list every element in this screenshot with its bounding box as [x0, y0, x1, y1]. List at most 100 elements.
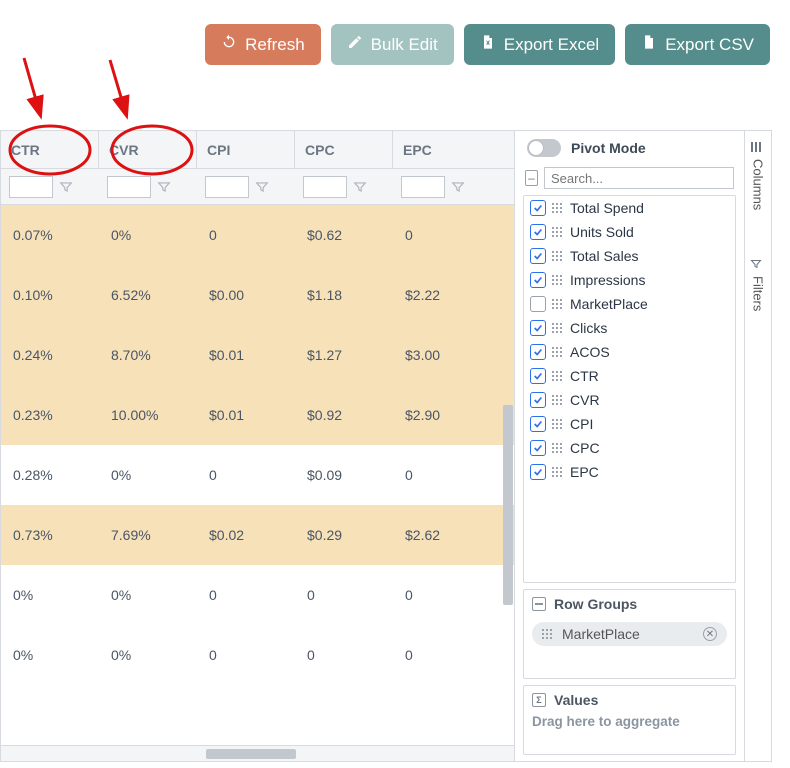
export-excel-label: Export Excel	[504, 35, 599, 55]
edit-icon	[347, 34, 363, 55]
column-list-item[interactable]: ACOS	[524, 340, 735, 364]
column-list-item[interactable]: Clicks	[524, 316, 735, 340]
row-groups-title: Row Groups	[554, 596, 637, 612]
table-row[interactable]: 0.28%0%0$0.090	[1, 445, 514, 505]
table-row[interactable]: 0.24%8.70%$0.01$1.27$3.00	[1, 325, 514, 385]
grid: CTR CVR CPI CPC EPC	[0, 130, 772, 762]
column-list-item[interactable]: CPC	[524, 436, 735, 460]
table-header: CTR CVR CPI CPC EPC	[1, 131, 514, 169]
column-list-item[interactable]: MarketPlace	[524, 292, 735, 316]
cell: $2.22	[393, 287, 483, 303]
drag-icon	[552, 346, 564, 358]
filter-input-cpi[interactable]	[205, 176, 249, 198]
collapse-toggle[interactable]: –	[525, 170, 538, 186]
checkbox[interactable]	[530, 200, 546, 216]
row-group-chip[interactable]: MarketPlace ✕	[532, 622, 727, 646]
export-csv-label: Export CSV	[665, 35, 754, 55]
drag-icon	[552, 226, 564, 238]
cell: 0	[393, 647, 483, 663]
cell: $0.01	[197, 407, 295, 423]
column-list-item[interactable]: CTR	[524, 364, 735, 388]
cell: 0	[393, 467, 483, 483]
filter-icon[interactable]	[255, 180, 269, 194]
cell: 0	[197, 467, 295, 483]
table-row[interactable]: 0.07%0%0$0.620	[1, 205, 514, 265]
refresh-button[interactable]: Refresh	[205, 24, 321, 65]
column-list-label: CVR	[570, 392, 600, 408]
checkbox[interactable]	[530, 464, 546, 480]
remove-group-icon[interactable]: ✕	[703, 627, 717, 641]
checkbox[interactable]	[530, 248, 546, 264]
checkbox[interactable]	[530, 320, 546, 336]
column-list-item[interactable]: Units Sold	[524, 220, 735, 244]
filter-icon[interactable]	[157, 180, 171, 194]
horizontal-scrollbar[interactable]	[1, 745, 514, 761]
export-csv-button[interactable]: Export CSV	[625, 24, 770, 65]
filter-input-cpc[interactable]	[303, 176, 347, 198]
cell: 0%	[99, 647, 197, 663]
column-list-item[interactable]: Total Spend	[524, 196, 735, 220]
filter-icon[interactable]	[59, 180, 73, 194]
bulk-edit-button[interactable]: Bulk Edit	[331, 24, 454, 65]
column-list-label: Total Sales	[570, 248, 638, 264]
filter-icon[interactable]	[451, 180, 465, 194]
filter-icon[interactable]	[353, 180, 367, 194]
table-row[interactable]: 0.73%7.69%$0.02$0.29$2.62	[1, 505, 514, 565]
cell: 0%	[1, 587, 99, 603]
column-search-input[interactable]	[544, 167, 734, 189]
checkbox[interactable]	[530, 344, 546, 360]
cell: 6.52%	[99, 287, 197, 303]
pivot-toggle[interactable]	[527, 139, 561, 157]
cell: $0.62	[295, 227, 393, 243]
cell: $2.90	[393, 407, 483, 423]
filters-tab[interactable]: Filters	[751, 254, 766, 315]
column-list-label: CTR	[570, 368, 599, 384]
col-header-ctr[interactable]: CTR	[1, 131, 99, 168]
cell: 0.28%	[1, 467, 99, 483]
column-list-label: CPI	[570, 416, 593, 432]
file-csv-icon	[641, 34, 657, 55]
column-list-item[interactable]: CVR	[524, 388, 735, 412]
column-list-item[interactable]: CPI	[524, 412, 735, 436]
col-header-epc[interactable]: EPC	[393, 131, 483, 168]
col-header-cpi[interactable]: CPI	[197, 131, 295, 168]
table-row[interactable]: 0.23%10.00%$0.01$0.92$2.90	[1, 385, 514, 445]
filter-input-epc[interactable]	[401, 176, 445, 198]
cell: $0.29	[295, 527, 393, 543]
column-list-label: Impressions	[570, 272, 645, 288]
checkbox[interactable]	[530, 368, 546, 384]
columns-tab[interactable]: Columns	[751, 137, 766, 214]
cell: 0%	[99, 467, 197, 483]
cell: 0	[295, 647, 393, 663]
export-excel-button[interactable]: Export Excel	[464, 24, 615, 65]
filter-input-ctr[interactable]	[9, 176, 53, 198]
checkbox[interactable]	[530, 224, 546, 240]
cell: 0.07%	[1, 227, 99, 243]
filter-tab-icon	[752, 258, 764, 270]
cell: 0	[295, 587, 393, 603]
col-header-cvr[interactable]: CVR	[99, 131, 197, 168]
column-list-label: Clicks	[570, 320, 607, 336]
table-row[interactable]: 0.10%6.52%$0.00$1.18$2.22	[1, 265, 514, 325]
cell: $3.00	[393, 347, 483, 363]
column-list-item[interactable]: Impressions	[524, 268, 735, 292]
col-header-cpc[interactable]: CPC	[295, 131, 393, 168]
vertical-scrollbar[interactable]	[500, 205, 514, 745]
cell: $0.92	[295, 407, 393, 423]
cell: 0	[197, 587, 295, 603]
toolbar: Refresh Bulk Edit Export Excel Export CS…	[205, 24, 770, 65]
cell: $0.00	[197, 287, 295, 303]
checkbox[interactable]	[530, 416, 546, 432]
checkbox[interactable]	[530, 296, 546, 312]
checkbox[interactable]	[530, 440, 546, 456]
checkbox[interactable]	[530, 272, 546, 288]
table-row[interactable]: 0%0%000	[1, 625, 514, 685]
values-panel: Σ Values Drag here to aggregate	[523, 685, 736, 755]
table-row[interactable]: 0%0%000	[1, 565, 514, 625]
checkbox[interactable]	[530, 392, 546, 408]
column-list-item[interactable]: Total Sales	[524, 244, 735, 268]
cell: 0.24%	[1, 347, 99, 363]
drag-icon	[552, 394, 564, 406]
filter-input-cvr[interactable]	[107, 176, 151, 198]
column-list-item[interactable]: EPC	[524, 460, 735, 484]
